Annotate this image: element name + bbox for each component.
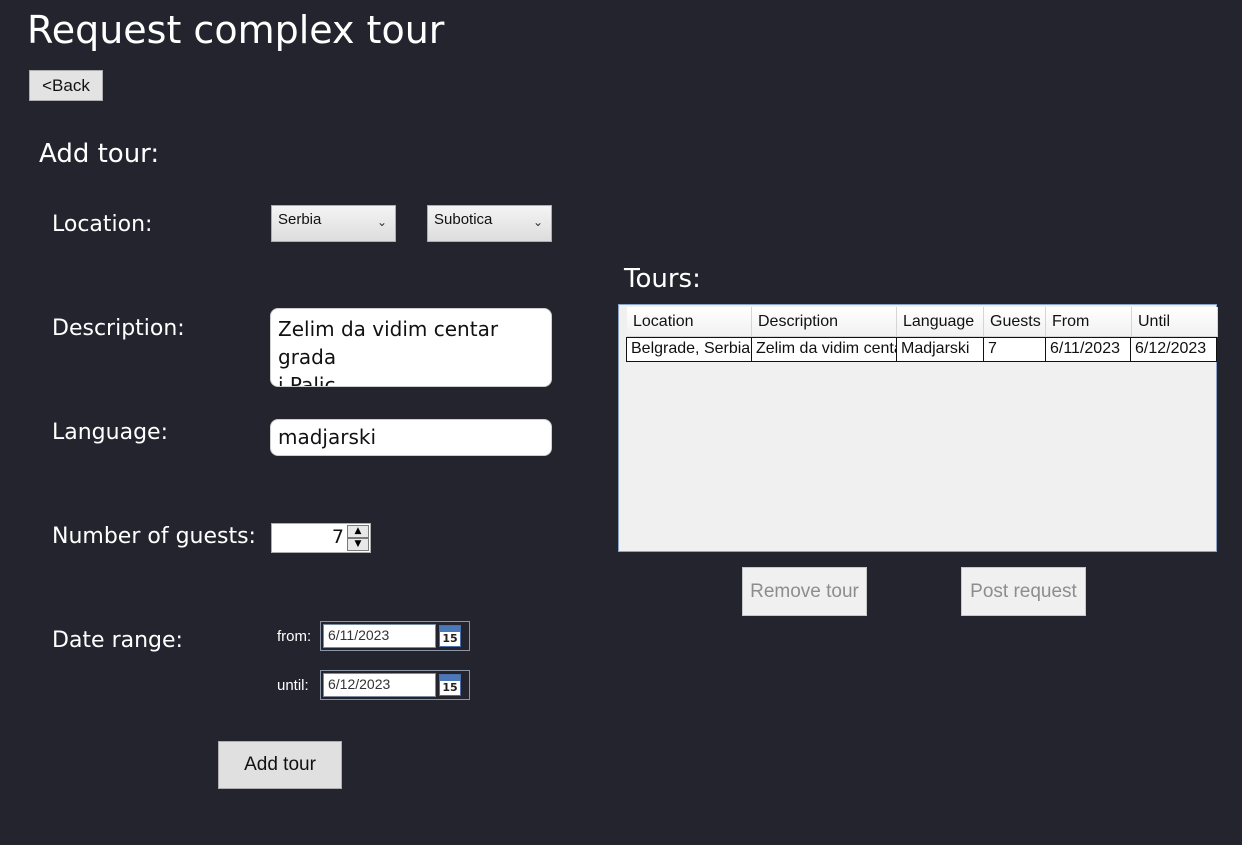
- column-header-guests[interactable]: Guests: [984, 307, 1046, 337]
- from-date-input[interactable]: 6/11/2023: [323, 624, 436, 648]
- table-row[interactable]: Belgrade, Serbia Zelim da vidim centar g…: [626, 337, 1217, 362]
- post-request-button[interactable]: Post request: [961, 567, 1086, 616]
- add-tour-heading: Add tour:: [39, 139, 160, 169]
- language-label: Language:: [52, 420, 168, 445]
- tours-heading: Tours:: [624, 264, 701, 294]
- back-button[interactable]: <Back: [29, 70, 103, 101]
- add-tour-button[interactable]: Add tour: [218, 741, 342, 789]
- guests-value[interactable]: 7: [274, 526, 344, 548]
- column-header-from[interactable]: From: [1046, 307, 1132, 337]
- remove-tour-button[interactable]: Remove tour: [742, 567, 867, 616]
- country-select-value: Serbia: [278, 211, 322, 228]
- decrement-button[interactable]: ▼: [347, 538, 369, 551]
- cell-until: 6/12/2023: [1135, 340, 1207, 357]
- until-label: until:: [277, 677, 309, 694]
- page-title: Request complex tour: [27, 8, 445, 52]
- chevron-down-icon: ⌄: [532, 215, 543, 229]
- city-select-value: Subotica: [434, 211, 493, 228]
- guests-stepper[interactable]: 7 ▲ ▼: [271, 523, 371, 553]
- table-header: Location Description Language Guests Fro…: [627, 307, 1218, 337]
- from-date-picker[interactable]: 6/11/2023 15: [320, 621, 470, 651]
- location-label: Location:: [52, 212, 153, 237]
- description-input[interactable]: Zelim da vidim centar grada i Palic: [270, 308, 552, 387]
- cell-from: 6/11/2023: [1046, 338, 1131, 361]
- country-select[interactable]: Serbia ⌄: [271, 205, 396, 242]
- from-label: from:: [277, 628, 312, 645]
- column-header-description[interactable]: Description: [752, 307, 897, 337]
- increment-button[interactable]: ▲: [347, 525, 369, 538]
- tours-table[interactable]: Location Description Language Guests Fro…: [618, 304, 1218, 552]
- column-header-language[interactable]: Language: [897, 307, 984, 337]
- calendar-icon[interactable]: 15: [439, 674, 461, 696]
- cell-guests: 7: [984, 338, 1046, 361]
- language-input[interactable]: madjarski: [270, 419, 552, 456]
- guests-label: Number of guests:: [52, 524, 256, 549]
- until-date-picker[interactable]: 6/12/2023 15: [320, 670, 470, 700]
- column-header-location[interactable]: Location: [627, 307, 752, 337]
- cell-description: Zelim da vidim centar grada: [752, 338, 897, 361]
- calendar-icon[interactable]: 15: [439, 625, 461, 647]
- description-label: Description:: [52, 316, 185, 341]
- column-header-until[interactable]: Until: [1132, 307, 1218, 337]
- cell-language: Madjarski: [897, 338, 984, 361]
- cell-location: Belgrade, Serbia: [627, 338, 752, 361]
- date-range-label: Date range:: [52, 628, 183, 653]
- city-select[interactable]: Subotica ⌄: [427, 205, 552, 242]
- until-date-input[interactable]: 6/12/2023: [323, 673, 436, 697]
- chevron-down-icon: ⌄: [376, 215, 387, 229]
